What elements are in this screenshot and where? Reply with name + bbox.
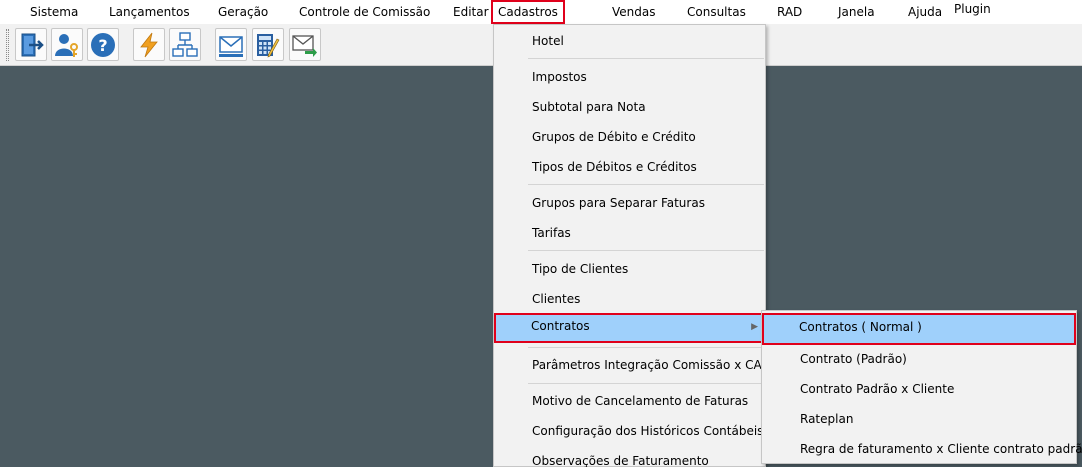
menu-ajuda[interactable]: Ajuda — [908, 0, 942, 24]
submenu-item-rateplan[interactable]: Rateplan — [763, 405, 1075, 433]
envelope-icon — [219, 35, 243, 57]
help-button[interactable]: ? — [87, 28, 119, 61]
calculator-pen-button[interactable] — [252, 28, 284, 61]
submenu-item-contrato-padrao-cliente[interactable]: Contrato Padrão x Cliente — [763, 375, 1075, 403]
menu-separator — [528, 347, 764, 348]
help-icon: ? — [91, 32, 115, 57]
menu-item-contratos-label: Contratos — [531, 319, 590, 333]
menu-item-motivo-cancelamento[interactable]: Motivo de Cancelamento de Faturas — [495, 388, 765, 414]
menu-bar: Sistema Lançamentos Geração Controle de … — [0, 0, 1082, 24]
menu-item-parametros-integracao[interactable]: Parâmetros Integração Comissão x CAP — [495, 352, 769, 378]
menu-consultas[interactable]: Consultas — [687, 0, 746, 24]
network-diagram-button[interactable] — [169, 28, 201, 61]
menu-item-contratos[interactable]: Contratos ▶ — [494, 313, 766, 343]
contratos-submenu: Contratos ( Normal ) Contrato (Padrão) C… — [761, 310, 1082, 464]
menu-sistema[interactable]: Sistema — [30, 0, 78, 24]
menu-item-observacoes-faturamento[interactable]: Observações de Faturamento — [495, 448, 765, 467]
lightning-button[interactable] — [133, 28, 165, 61]
menu-lancamentos[interactable]: Lançamentos — [109, 0, 190, 24]
menu-item-tarifas[interactable]: Tarifas — [495, 220, 765, 246]
user-key-button[interactable] — [51, 28, 83, 61]
menu-separator — [528, 58, 764, 59]
exit-door-icon — [21, 33, 44, 56]
menu-item-tipos-debitos-creditos[interactable]: Tipos de Débitos e Créditos — [495, 154, 765, 180]
menu-item-grupos-separar-faturas[interactable]: Grupos para Separar Faturas — [495, 190, 765, 216]
menu-item-subtotal-para-nota[interactable]: Subtotal para Nota — [495, 94, 765, 120]
menu-vendas[interactable]: Vendas — [612, 0, 656, 24]
menu-plugin[interactable]: Plugin — [954, 0, 991, 21]
calculator-pen-icon — [257, 33, 280, 58]
user-key-icon — [55, 33, 78, 57]
menu-janela[interactable]: Janela — [838, 0, 875, 24]
submenu-item-contrato-padrao[interactable]: Contrato (Padrão) — [763, 345, 1075, 373]
exit-button[interactable] — [15, 28, 47, 61]
svg-text:?: ? — [98, 36, 107, 55]
menu-cadastros[interactable]: Cadastros — [491, 0, 565, 24]
menu-item-configuracao-historicos[interactable]: Configuração dos Históricos Contábeis — [495, 418, 765, 444]
menu-geracao[interactable]: Geração — [218, 0, 268, 24]
cadastros-dropdown-menu: Hotel Impostos Subtotal para Nota Grupos… — [493, 24, 769, 467]
envelope-send-button[interactable] — [289, 28, 321, 61]
envelope-button[interactable] — [215, 28, 247, 61]
submenu-arrow-icon: ▶ — [751, 322, 758, 332]
menu-separator — [528, 184, 764, 185]
menu-item-tipo-de-clientes[interactable]: Tipo de Clientes — [495, 256, 765, 282]
lightning-icon — [140, 32, 158, 57]
menu-item-hotel[interactable]: Hotel — [495, 28, 765, 54]
envelope-send-icon — [292, 34, 317, 57]
menu-controle-de-comissao[interactable]: Controle de Comissão — [299, 0, 430, 24]
menu-separator — [528, 250, 764, 251]
menu-item-grupos-debito-credito[interactable]: Grupos de Débito e Crédito — [495, 124, 765, 150]
menu-item-impostos[interactable]: Impostos — [495, 64, 765, 90]
toolbar-grip[interactable] — [6, 29, 9, 61]
network-diagram-icon — [172, 31, 198, 57]
submenu-item-contratos-normal[interactable]: Contratos ( Normal ) — [762, 313, 1076, 345]
submenu-item-regra-faturamento[interactable]: Regra de faturamento x Cliente contrato … — [763, 435, 1082, 463]
menu-item-clientes[interactable]: Clientes — [495, 286, 765, 312]
menu-rad[interactable]: RAD — [777, 0, 802, 24]
menu-editar[interactable]: Editar — [453, 0, 489, 24]
menu-separator — [528, 383, 764, 384]
